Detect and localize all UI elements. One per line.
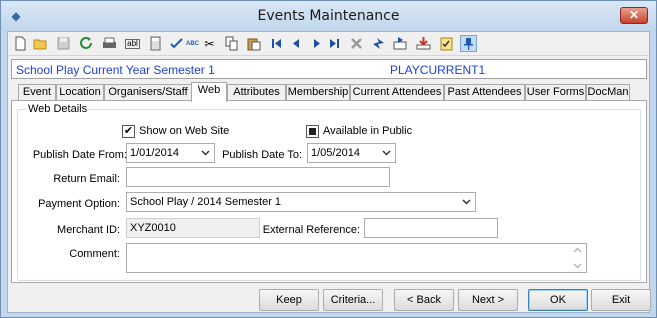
tab-current-attendees[interactable]: Current Attendees	[350, 84, 444, 101]
next-record-icon[interactable]	[308, 35, 325, 52]
first-record-icon[interactable]	[268, 35, 285, 52]
publish-from-picker[interactable]: 1/01/2014	[126, 143, 215, 163]
available-public-checkbox[interactable]	[306, 125, 319, 138]
tab-event[interactable]: Event	[18, 84, 56, 101]
payment-option-select[interactable]: School Play / 2014 Semester 1	[126, 192, 476, 212]
toolbar: abl ABC ✂	[8, 32, 649, 56]
next-button[interactable]: Next >	[458, 289, 518, 311]
ok-button[interactable]: OK	[528, 289, 588, 311]
back-button[interactable]: < Back	[394, 289, 454, 311]
merchant-id-value: XYZ0010	[130, 222, 176, 234]
record-header: School Play Current Year Semester 1 PLAY…	[11, 59, 647, 79]
tab-location[interactable]: Location	[56, 84, 104, 101]
tab-past-attendees[interactable]: Past Attendees	[444, 84, 525, 101]
last-record-icon[interactable]	[326, 35, 343, 52]
exit-button[interactable]: Exit	[591, 289, 651, 311]
client-area: abl ABC ✂ School Play Current Year Semes…	[7, 31, 651, 313]
field-label: abl	[125, 38, 140, 49]
field-icon[interactable]: abl	[124, 35, 141, 52]
mail-icon[interactable]	[392, 35, 409, 52]
spellcheck-label: ABC	[186, 40, 199, 47]
publish-from-label: Publish Date From:	[32, 149, 127, 161]
publish-from-value: 1/01/2014	[130, 147, 179, 159]
go-to-icon[interactable]	[370, 35, 387, 52]
indeterminate-icon	[309, 128, 316, 135]
tab-membership[interactable]: Membership	[286, 84, 350, 101]
criteria-button[interactable]: Criteria...	[323, 289, 383, 311]
spellcheck-icon[interactable]: ABC	[184, 35, 201, 52]
keep-button[interactable]: Keep	[259, 289, 319, 311]
publish-to-label: Publish Date To:	[222, 149, 302, 161]
chevron-down-icon[interactable]	[379, 144, 393, 162]
cut-icon[interactable]: ✂	[201, 35, 218, 52]
event-code: PLAYCURRENT1	[390, 63, 486, 77]
tab-web[interactable]: Web	[191, 82, 227, 102]
tab-strip: Event Location Organisers/Staff Web Attr…	[11, 82, 647, 102]
download-icon[interactable]	[415, 35, 432, 52]
external-reference-field[interactable]	[364, 218, 498, 238]
comment-memo[interactable]	[126, 243, 587, 273]
delete-icon[interactable]	[348, 35, 365, 52]
paste-icon[interactable]	[245, 35, 262, 52]
external-reference-label: External Reference:	[262, 224, 360, 236]
comment-scrollbar[interactable]	[569, 244, 586, 272]
previous-record-icon[interactable]	[288, 35, 305, 52]
title-bar: ◆ Events Maintenance ✕	[1, 1, 656, 31]
refresh-icon[interactable]	[78, 35, 95, 52]
return-email-field[interactable]	[126, 167, 390, 187]
tab-organisers-staff[interactable]: Organisers/Staff	[104, 84, 192, 101]
tab-docman[interactable]: DocMan	[586, 84, 630, 101]
pin-icon[interactable]	[460, 35, 477, 52]
tab-user-forms[interactable]: User Forms	[525, 84, 586, 101]
payment-option-value: School Play / 2014 Semester 1	[130, 196, 282, 208]
close-button[interactable]: ✕	[620, 7, 648, 24]
chevron-down-icon[interactable]	[459, 193, 473, 211]
save-icon[interactable]	[55, 35, 72, 52]
tab-attributes[interactable]: Attributes	[227, 84, 286, 101]
window-title: Events Maintenance	[257, 8, 400, 24]
calculator-icon[interactable]	[147, 35, 164, 52]
comment-label: Comment:	[69, 248, 120, 260]
publish-to-picker[interactable]: 1/05/2014	[307, 143, 396, 163]
available-public-label: Available in Public	[323, 125, 413, 137]
event-name: School Play Current Year Semester 1	[16, 63, 215, 77]
new-icon[interactable]	[12, 35, 29, 52]
checkmark-icon: ✔	[123, 125, 134, 137]
return-email-label: Return Email:	[53, 173, 120, 185]
payment-option-label: Payment Option:	[38, 198, 120, 210]
publish-to-value: 1/05/2014	[311, 147, 360, 159]
notes-icon[interactable]	[438, 35, 455, 52]
web-tab-panel: Web Details ✔ Show on Web Site Available…	[11, 100, 647, 283]
show-on-web-label: Show on Web Site	[139, 125, 230, 137]
merchant-id-field: XYZ0010	[126, 218, 260, 238]
group-title: Web Details	[26, 103, 90, 115]
print-icon[interactable]	[101, 35, 118, 52]
merchant-id-label: Merchant ID:	[57, 224, 120, 236]
web-details-group: Web Details ✔ Show on Web Site Available…	[17, 103, 641, 281]
copy-icon[interactable]	[223, 35, 240, 52]
open-icon[interactable]	[32, 35, 49, 52]
approve-icon[interactable]	[168, 35, 185, 52]
show-on-web-checkbox[interactable]: ✔	[122, 125, 135, 138]
events-maintenance-window: ◆ Events Maintenance ✕ abl ABC ✂ School …	[0, 0, 657, 318]
